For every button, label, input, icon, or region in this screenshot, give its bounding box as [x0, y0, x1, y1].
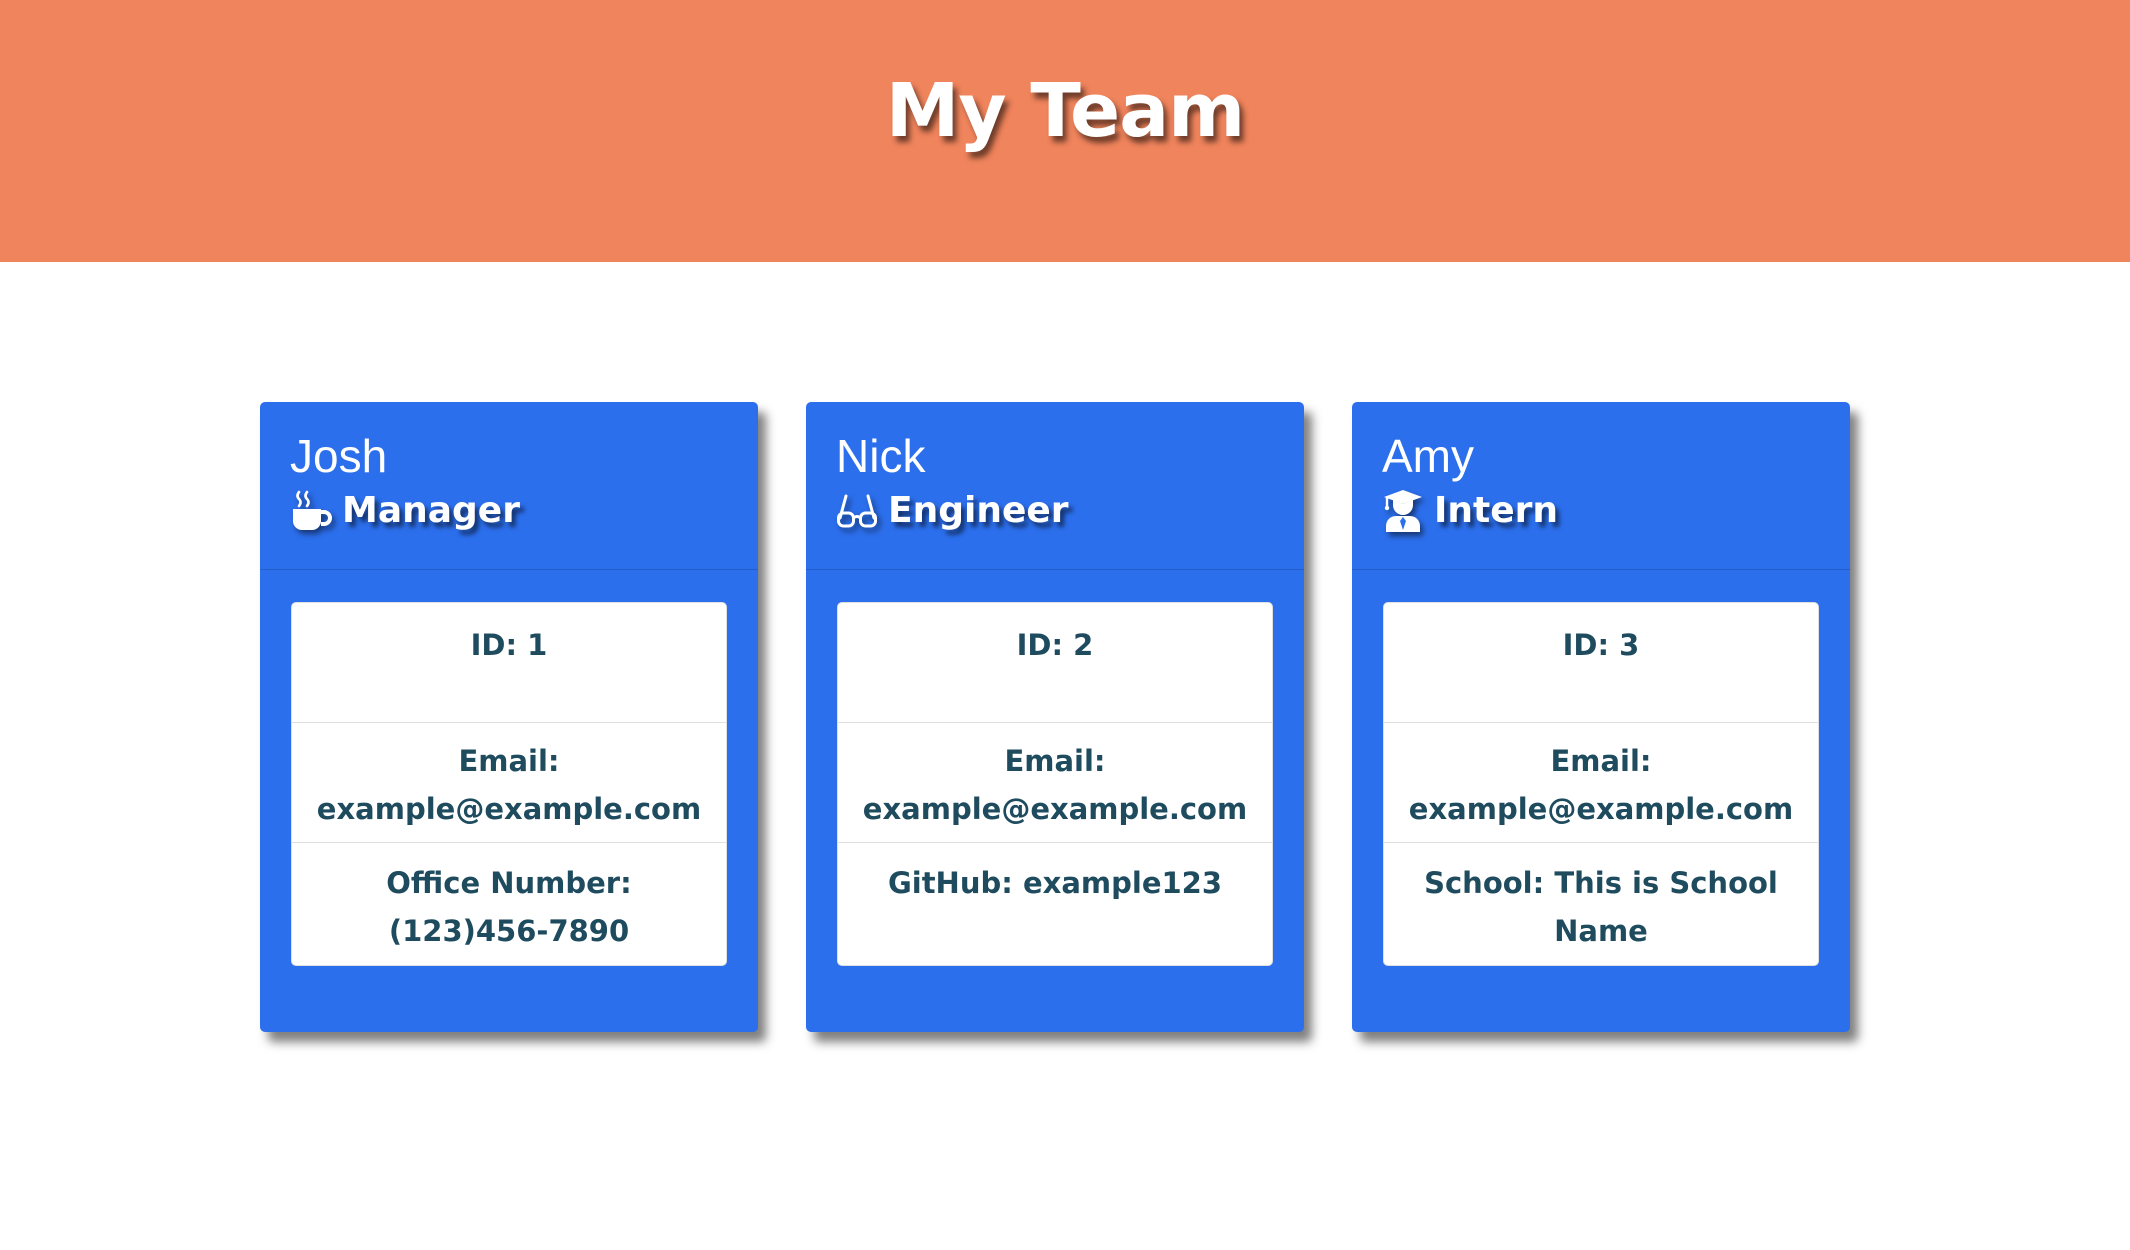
employee-office-number: Office Number: (123)456-7890 [292, 843, 726, 965]
github-label: GitHub: [887, 866, 1013, 900]
employee-role-label: Engineer [888, 489, 1069, 531]
employee-id: ID: 3 [1384, 603, 1818, 723]
email-link[interactable]: example@example.com [302, 785, 716, 833]
employee-name: Amy [1382, 430, 1474, 482]
employee-card-intern: Amy Intern ID: 3 Email: example@example.… [1352, 402, 1850, 1032]
team-cards: Josh Manager ID: 1 Email: example@exampl… [260, 402, 1850, 1032]
email-label: Email: [1004, 744, 1106, 778]
card-body: ID: 1 Email: example@example.com Office … [260, 570, 758, 966]
glasses-icon [836, 488, 878, 532]
card-body: ID: 2 Email: example@example.com GitHub:… [806, 570, 1304, 966]
employee-card-manager: Josh Manager ID: 1 Email: example@exampl… [260, 402, 758, 1032]
office-number-label: Office Number: [386, 866, 632, 900]
github-link[interactable]: example123 [1023, 866, 1222, 900]
employee-role-label: Manager [342, 489, 520, 531]
employee-email: Email: example@example.com [292, 723, 726, 843]
employee-github: GitHub: example123 [838, 843, 1272, 965]
page-title: My Team [885, 68, 1246, 154]
office-number-value: (123)456-7890 [388, 914, 630, 948]
employee-name: Josh [290, 430, 388, 482]
employee-card-engineer: Nick Engineer ID: 2 Email: example@examp… [806, 402, 1304, 1032]
employee-school: School: This is School Name [1384, 843, 1818, 965]
employee-email: Email: example@example.com [838, 723, 1272, 843]
email-link[interactable]: example@example.com [848, 785, 1262, 833]
employee-id: ID: 2 [838, 603, 1272, 723]
card-header: Nick Engineer [806, 402, 1304, 570]
graduate-icon [1382, 488, 1424, 532]
employee-details-list: ID: 3 Email: example@example.com School:… [1383, 602, 1819, 966]
employee-role-label: Intern [1434, 489, 1559, 531]
mug-hot-icon [290, 488, 332, 532]
card-body: ID: 3 Email: example@example.com School:… [1352, 570, 1850, 966]
employee-role: Manager [290, 488, 728, 532]
employee-details-list: ID: 1 Email: example@example.com Office … [291, 602, 727, 966]
school-label: School: [1424, 866, 1545, 900]
email-label: Email: [1550, 744, 1652, 778]
employee-email: Email: example@example.com [1384, 723, 1818, 843]
card-header: Amy Intern [1352, 402, 1850, 570]
card-header: Josh Manager [260, 402, 758, 570]
page-header: My Team [0, 0, 2130, 262]
email-link[interactable]: example@example.com [1394, 785, 1808, 833]
school-value: This is School Name [1554, 866, 1778, 948]
employee-id: ID: 1 [292, 603, 726, 723]
employee-details-list: ID: 2 Email: example@example.com GitHub:… [837, 602, 1273, 966]
email-label: Email: [458, 744, 560, 778]
employee-name: Nick [836, 430, 926, 482]
employee-role: Engineer [836, 488, 1274, 532]
employee-role: Intern [1382, 488, 1820, 532]
